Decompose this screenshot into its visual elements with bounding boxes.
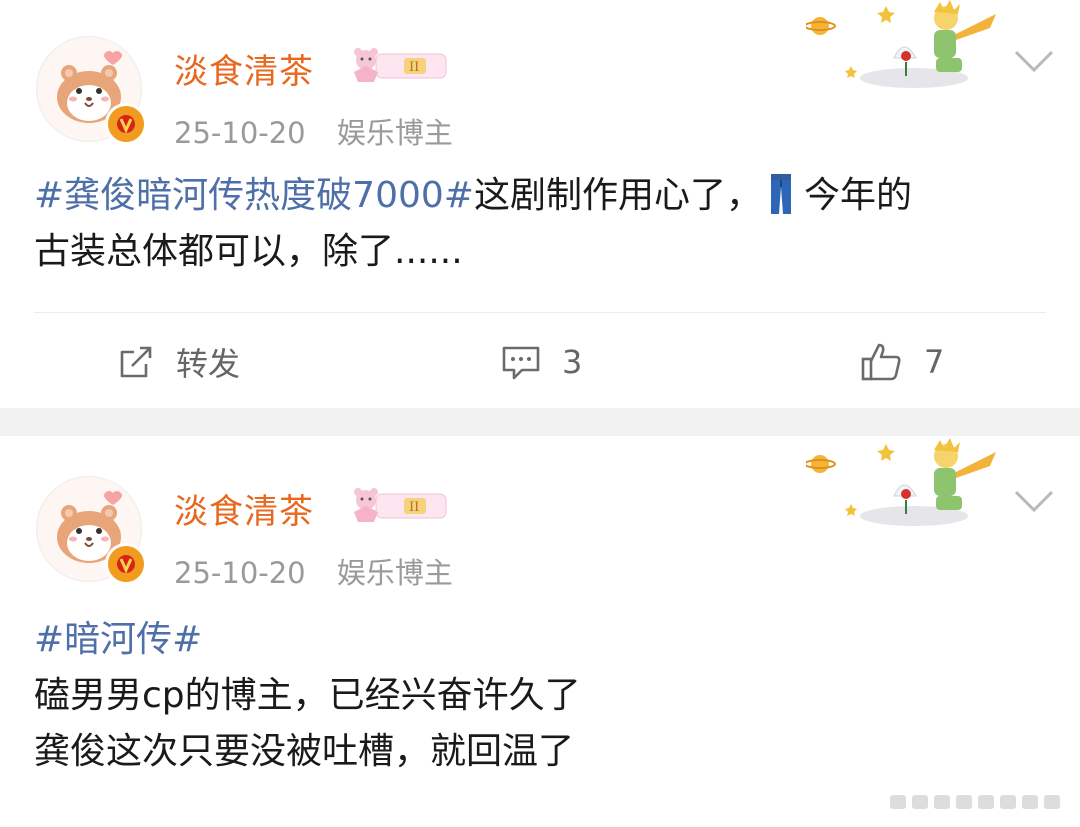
verified-badge-icon	[105, 543, 147, 585]
post-content: #龚俊暗河传热度破7000#这剧制作用心了， 今年的 古装总体都可以，除了...…	[34, 168, 1040, 280]
chevron-down-icon[interactable]	[1012, 486, 1056, 516]
post-content: #暗河传# 磕男男cp的博主，已经兴奋许久了 龚俊这次只要没被吐槽，就回温了	[34, 612, 1040, 780]
post-date: 25-10-20	[174, 116, 306, 150]
divider	[34, 312, 1046, 313]
member-badge-icon: II	[354, 488, 447, 522]
post-card: 淡食清茶 II 25-10-20 娱乐博主	[0, 0, 1080, 408]
hashtag-link[interactable]: #暗河传#	[34, 619, 202, 660]
hashtag-link[interactable]: #龚俊暗河传热度破7000#	[34, 175, 474, 216]
post-date: 25-10-20	[174, 556, 306, 590]
user-category: 娱乐博主	[336, 556, 453, 590]
weibo-feed: 淡食清茶 II 25-10-20 娱乐博主 #龚俊暗河传热度破7000#这剧制作…	[0, 0, 1080, 827]
jeans-emoji-icon	[770, 174, 791, 214]
like-button[interactable]: 7	[860, 332, 944, 392]
post-text: 磕男男cp的博主，已经兴奋许久了	[34, 675, 581, 716]
member-badge-icon: II	[354, 48, 447, 82]
svg-text:II: II	[409, 60, 419, 75]
svg-text:II: II	[409, 500, 419, 515]
little-prince-decoration-icon	[806, 0, 996, 88]
user-category: 娱乐博主	[336, 116, 453, 150]
comment-count: 3	[562, 343, 583, 381]
post-text: 古装总体都可以，除了......	[34, 231, 463, 272]
chevron-down-icon[interactable]	[1012, 46, 1056, 76]
little-prince-decoration-icon	[806, 438, 996, 526]
post-meta: 25-10-20 娱乐博主	[174, 110, 453, 152]
avatar[interactable]	[36, 476, 147, 585]
post-card: 淡食清茶 II 25-10-20 娱乐博主	[0, 436, 1080, 827]
username[interactable]: 淡食清茶	[174, 44, 314, 93]
post-text: 这剧制作用心了，	[473, 175, 762, 216]
post-text: 今年的	[803, 175, 912, 216]
comment-button[interactable]: 3	[500, 332, 582, 392]
post-meta: 25-10-20 娱乐博主	[174, 550, 453, 592]
comment-icon	[502, 346, 540, 380]
username[interactable]: 淡食清茶	[174, 484, 314, 533]
avatar[interactable]	[36, 36, 147, 145]
repost-icon	[120, 346, 152, 378]
post-separator	[0, 408, 1080, 436]
more-dots-icon	[890, 795, 1060, 809]
action-bar: 转发 3 7	[0, 332, 1080, 392]
repost-button[interactable]: 转发	[116, 332, 240, 392]
thumbs-up-icon	[861, 343, 901, 381]
like-count: 7	[924, 343, 945, 381]
repost-label: 转发	[176, 345, 241, 383]
post-text: 龚俊这次只要没被吐槽，就回温了	[34, 731, 575, 772]
verified-badge-icon	[105, 103, 147, 145]
